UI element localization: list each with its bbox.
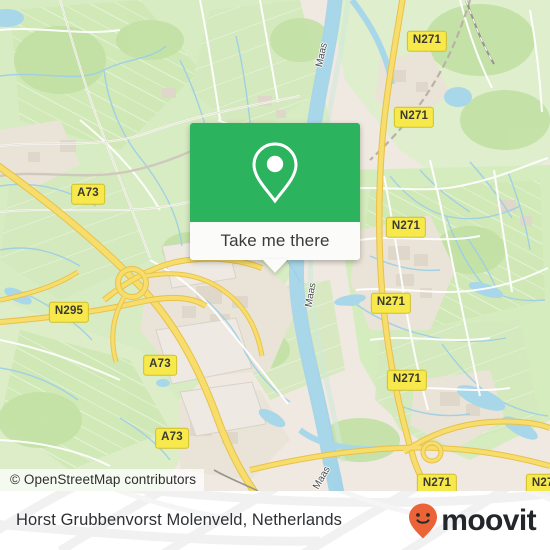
road-shield: N271 xyxy=(393,106,435,128)
road-shield: N271 xyxy=(416,473,458,491)
road-shield: N271 xyxy=(370,292,412,314)
callout-action-bar[interactable]: Take me there xyxy=(190,222,360,273)
road-shield: A73 xyxy=(155,427,189,449)
map-pin-icon xyxy=(252,141,298,204)
location-callout-card[interactable]: Take me there xyxy=(190,123,360,273)
road-shield: N271 xyxy=(385,216,427,238)
moovit-pin-icon xyxy=(409,503,438,538)
road-shield: A73 xyxy=(143,354,177,376)
callout-pointer-tail xyxy=(262,259,288,273)
moovit-logo[interactable]: moovit xyxy=(407,502,537,540)
road-shield: N271 xyxy=(525,473,550,491)
road-shield: A73 xyxy=(71,183,105,205)
moovit-wordmark: moovit xyxy=(441,503,536,537)
osm-attribution[interactable]: © OpenStreetMap contributors xyxy=(0,469,205,491)
take-me-there-label: Take me there xyxy=(220,231,330,250)
road-shield: N271 xyxy=(386,369,428,391)
footer-bar: Horst Grubbenvorst Molenveld, Netherland… xyxy=(0,491,550,550)
road-shield: N271 xyxy=(406,30,448,52)
location-title: Horst Grubbenvorst Molenveld, Netherland… xyxy=(16,511,343,529)
map-screenshot-page: N271 N271 N271 N271 N271 N271 N271 A73 N295 A73 A7… xyxy=(0,0,550,550)
callout-icon-panel xyxy=(190,123,360,222)
road-shield: N295 xyxy=(48,301,90,323)
